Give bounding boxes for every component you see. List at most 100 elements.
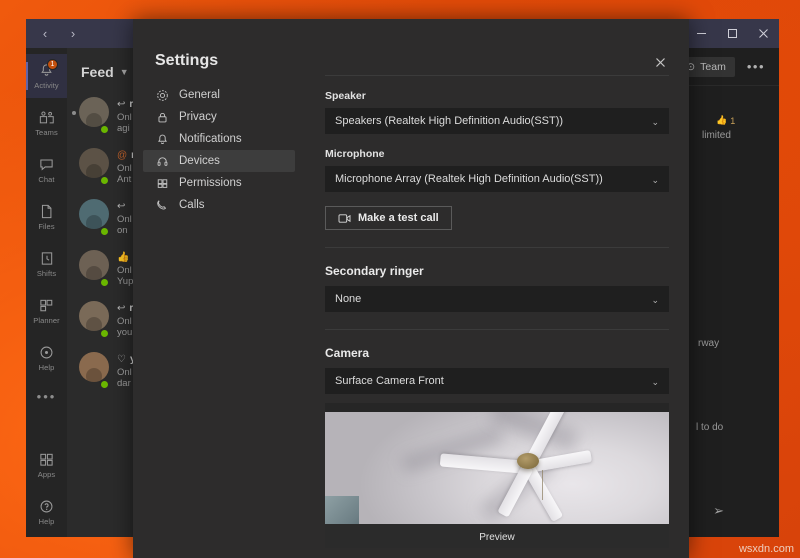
settings-content: Speaker Speakers (Realtek High Definitio… [325,75,669,548]
mention-icon: @ [117,149,128,161]
reaction-badge[interactable]: 👍 1 [716,115,735,126]
thumbs-up-icon: 👍 [716,115,728,125]
forward-icon[interactable]: › [66,27,80,41]
back-icon[interactable]: ‹ [38,27,52,41]
phone-icon [155,198,169,212]
teams-icon [39,110,55,126]
sidebar-item-calls[interactable]: Calls [143,194,295,216]
reply-icon: ↩ [117,98,126,110]
divider [325,329,669,330]
camera-preview: Preview [325,403,669,548]
avatar [79,97,110,135]
microphone-label: Microphone [325,148,385,160]
close-button[interactable] [748,19,779,48]
sidebar-item-label: Permissions [179,177,242,189]
sidebar-item-label: General [179,89,220,101]
speaker-label: Speaker [325,90,366,102]
chevron-down-icon: ⌄ [651,377,659,387]
like-icon: 👍 [117,251,130,263]
sidebar-item-label: Notifications [179,133,242,145]
unread-dot [72,111,76,115]
activity-badge: 1 [47,59,58,70]
planner-icon [39,298,54,314]
make-test-call-button[interactable]: Make a test call [325,206,452,230]
settings-dialog: Settings General Privacy Notifications D… [133,19,689,558]
chevron-down-icon: ⌄ [651,117,659,127]
rail-label: Help [38,362,55,372]
rail-label: Files [38,221,55,231]
make-test-call-label: Make a test call [358,212,439,224]
sidebar-item-devices[interactable]: Devices [143,150,295,172]
bell-icon [155,132,169,146]
rail-item-files[interactable]: Files [26,195,67,239]
reply-icon: ↩ [117,302,126,314]
rail-item-help[interactable]: Help [26,336,67,380]
help-icon [39,499,54,515]
message-fragment: rway [698,338,720,349]
files-icon [40,204,53,220]
rail-item-apps[interactable]: Apps [26,443,67,487]
avatar [79,250,110,288]
channel-more-button[interactable]: ••• [747,59,765,74]
rail-item-planner[interactable]: Planner [26,289,67,333]
sidebar-item-label: Privacy [179,111,217,123]
rail-label: Planner [33,315,60,325]
speaker-select[interactable]: Speakers (Realtek High Definition Audio(… [325,108,669,134]
rail-label: Teams [35,127,58,137]
apps-icon [39,452,54,468]
rail-item-teams[interactable]: Teams [26,101,67,145]
camera-value: Surface Camera Front [335,375,444,387]
presence-indicator [99,175,110,186]
presence-indicator [99,328,110,339]
rail-label: Chat [38,174,55,184]
headset-icon [155,154,169,168]
sidebar-item-notifications[interactable]: Notifications [143,128,295,150]
message-fragment: l to do [696,422,724,433]
chevron-down-icon: ⌄ [651,175,659,185]
divider-wrap [325,247,669,248]
sidebar-item-permissions[interactable]: Permissions [143,172,295,194]
rail-more-button[interactable]: ••• [37,389,57,404]
team-button-label: Team [700,60,726,73]
sidebar-item-general[interactable]: General [143,84,295,106]
secondary-ringer-select[interactable]: None ⌄ [325,286,669,312]
grid-icon [155,176,169,190]
chat-icon [39,157,54,173]
maximize-button[interactable] [717,19,748,48]
screen: ‹ › Activity 1 Teams Chat Files Shifts P… [0,0,800,558]
message-fragment: limited [702,130,731,141]
settings-close-button[interactable] [649,51,671,73]
reply-icon: ↩ [117,200,126,212]
rail-item-chat[interactable]: Chat [26,148,67,192]
preview-label: Preview [479,532,515,543]
navigation-arrows: ‹ › [38,27,80,41]
rail-item-shifts[interactable]: Shifts [26,242,67,286]
rail-item-help-bottom[interactable]: Help [26,490,67,534]
secondary-ringer-value: None [335,293,362,305]
watermark: wsxdn.com [738,543,794,555]
rail-label: Help [38,516,55,526]
window-controls [686,19,779,48]
avatar [79,352,110,390]
sidebar-item-label: Devices [179,155,220,167]
camera-select[interactable]: Surface Camera Front ⌄ [325,368,669,394]
rail-label: Shifts [36,268,57,278]
heart-icon: ♡ [117,353,126,365]
microphone-select[interactable]: Microphone Array (Realtek High Definitio… [325,166,669,192]
divider [325,75,669,76]
sidebar-item-privacy[interactable]: Privacy [143,106,295,128]
lock-icon [155,110,169,124]
chevron-down-icon[interactable]: ▼ [120,67,129,77]
avatar [79,199,110,237]
chevron-down-icon: ⌄ [651,295,659,305]
app-rail: Activity 1 Teams Chat Files Shifts Plann… [26,48,67,537]
rail-label: Apps [37,469,56,479]
send-icon[interactable]: ➢ [713,503,724,519]
rail-label: Activity [34,80,59,90]
rail-item-activity[interactable]: Activity 1 [26,54,67,98]
secondary-ringer-title: Secondary ringer [325,264,424,278]
minimize-button[interactable] [686,19,717,48]
presence-indicator [99,124,110,135]
presence-indicator [99,277,110,288]
presence-indicator [99,379,110,390]
